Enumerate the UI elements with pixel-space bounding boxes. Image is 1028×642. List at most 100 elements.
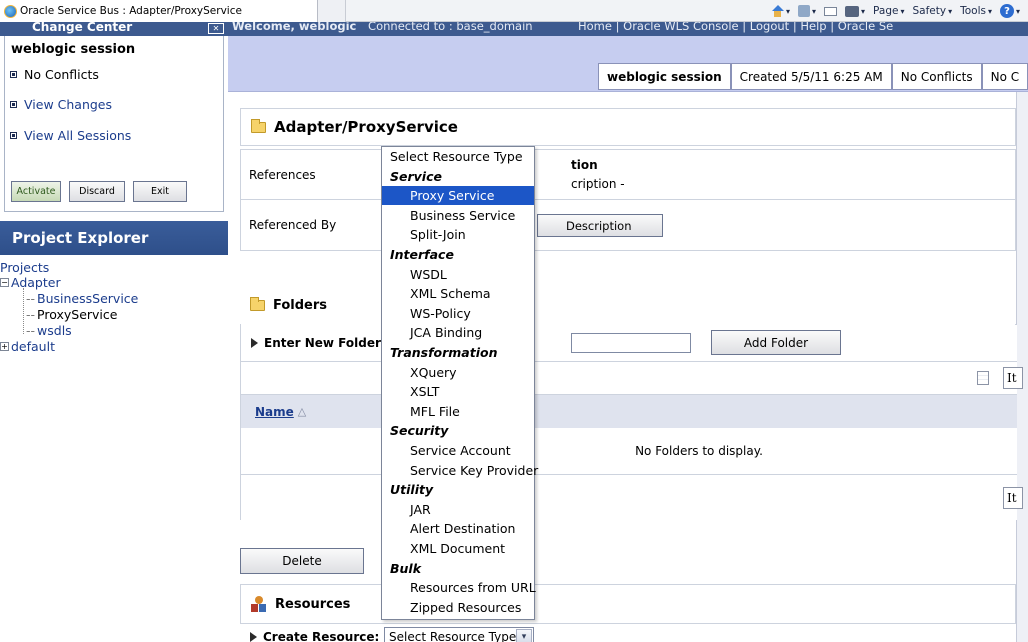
new-tab-button[interactable] xyxy=(318,0,346,22)
left-panel: Change Center ✕ weblogic session No Conf… xyxy=(0,22,228,642)
dropdown-group-transformation: Transformation xyxy=(390,345,498,360)
session-truncated: No C xyxy=(981,63,1028,90)
page-menu[interactable]: Page ▾ xyxy=(873,5,904,17)
tools-menu[interactable]: Tools ▾ xyxy=(960,5,992,17)
table-view-icon[interactable] xyxy=(977,371,989,385)
activate-button[interactable]: Activate xyxy=(11,181,61,202)
tree-guide-line xyxy=(23,288,24,334)
create-resource-label: Create Resource: xyxy=(263,630,380,642)
expand-arrow-icon[interactable] xyxy=(250,632,257,642)
dropdown-option-wsdl[interactable]: WSDL xyxy=(382,265,534,284)
dropdown-option-service-key-provider[interactable]: Service Key Provider xyxy=(382,461,538,480)
help-menu[interactable]: ? ▾ xyxy=(999,4,1020,18)
dropdown-option-zipped-resources[interactable]: Zipped Resources xyxy=(382,598,534,617)
dropdown-option-xslt[interactable]: XSLT xyxy=(382,382,534,401)
name-sort-link[interactable]: Name xyxy=(255,405,294,419)
referenced-by-label: Referenced By xyxy=(249,218,337,232)
dropdown-group-utility: Utility xyxy=(390,482,434,498)
resource-type-select[interactable]: Select Resource Type ▾ xyxy=(384,627,534,642)
chevron-down-icon[interactable]: ▾ xyxy=(516,629,532,642)
table-controls-top: It xyxy=(241,361,1023,395)
dropdown-group-interface: Interface xyxy=(390,247,454,262)
expand-tree-icon[interactable]: + xyxy=(0,342,9,351)
tools-menu-label: Tools xyxy=(960,5,986,17)
dropdown-option-proxy-service[interactable]: Proxy Service xyxy=(382,186,534,206)
exit-button[interactable]: Exit xyxy=(133,181,187,202)
session-bar-name: weblogic session xyxy=(598,63,731,90)
bullet-icon xyxy=(10,101,17,108)
home-icon xyxy=(771,5,784,17)
dropdown-option-xml-document[interactable]: XML Document xyxy=(382,539,534,558)
dropdown-option-mfl-file[interactable]: MFL File xyxy=(382,402,534,421)
references-row: References tion cription - xyxy=(241,150,1015,200)
tree-adapter[interactable]: − Adapter xyxy=(0,275,61,290)
folder-icon xyxy=(250,296,265,311)
safety-menu[interactable]: Safety ▾ xyxy=(912,5,952,17)
dropdown-option-xml-schema[interactable]: XML Schema xyxy=(382,284,534,303)
tree-projects[interactable]: Projects xyxy=(0,260,49,275)
delete-button[interactable]: Delete xyxy=(240,548,364,574)
dropdown-option-jca-binding[interactable]: JCA Binding xyxy=(382,323,534,342)
sort-ascending-icon[interactable]: △ xyxy=(298,405,306,418)
dropdown-option-service-account[interactable]: Service Account xyxy=(382,441,534,460)
items-per-page-select-bottom[interactable]: It xyxy=(1003,487,1023,509)
bullet-icon xyxy=(10,132,17,139)
browser-tab[interactable]: Oracle Service Bus : Adapter/ProxyServic… xyxy=(0,0,318,22)
session-created: Created 5/5/11 6:25 AM xyxy=(730,63,892,90)
ie-logo-icon xyxy=(4,4,17,18)
welcome-user: Welcome, weblogic xyxy=(232,22,357,33)
dropdown-option-xquery[interactable]: XQuery xyxy=(382,363,534,382)
create-resource-row: Create Resource: Select Resource Type ▾ xyxy=(240,626,1016,642)
dropdown-option-jar[interactable]: JAR xyxy=(382,500,534,519)
collapse-tree-icon[interactable]: − xyxy=(0,278,9,287)
session-info: weblogic session Created 5/5/11 6:25 AM … xyxy=(598,63,1028,90)
tree-business-service-label: BusinessService xyxy=(37,291,139,306)
resource-type-dropdown[interactable]: Select Resource Type Service Proxy Service… xyxy=(381,146,538,620)
enter-new-folder-label: Enter New Folder N xyxy=(264,336,396,350)
references-table: References tion cription - Referenced By… xyxy=(240,149,1016,251)
tree-business-service[interactable]: -- BusinessService xyxy=(26,291,138,306)
description-heading: tion xyxy=(571,158,598,172)
browser-tab-title: Oracle Service Bus : Adapter/ProxyServic… xyxy=(20,5,242,17)
view-changes-link[interactable]: View Changes xyxy=(10,97,113,112)
session-name: weblogic session xyxy=(11,42,136,57)
dropdown-option-split-join[interactable]: Split-Join xyxy=(382,225,534,244)
main-area: Welcome, weblogic Connected to : base_do… xyxy=(228,22,1028,642)
change-center-title: Change Center xyxy=(32,22,133,34)
references-label: References xyxy=(249,167,316,182)
edit-description-button[interactable]: Description xyxy=(537,214,663,237)
print-button[interactable]: ▾ xyxy=(845,5,865,17)
content: Adapter/ProxyService References tion cri… xyxy=(238,108,1023,642)
session-conflicts: No Conflicts xyxy=(891,63,982,90)
description-text: cription - xyxy=(571,177,625,191)
discard-button[interactable]: Discard xyxy=(69,181,125,202)
feeds-button[interactable]: ▾ xyxy=(798,5,816,17)
dropdown-option-resources-from-url[interactable]: Resources from URL xyxy=(382,578,536,597)
tree-proxy-service[interactable]: -- ProxyService xyxy=(26,307,117,322)
folders-panel: Folders Enter New Folder N Add Folder It… xyxy=(240,286,1023,520)
conflicts-status-label: No Conflicts xyxy=(24,67,99,82)
dropdown-group-service: Service xyxy=(390,168,442,184)
resource-type-value: Select Resource Type xyxy=(389,630,517,642)
view-all-sessions-link[interactable]: View All Sessions xyxy=(10,128,131,143)
collapse-icon[interactable]: ✕ xyxy=(208,23,224,34)
items-per-page-select[interactable]: It xyxy=(1003,367,1023,389)
project-explorer-header: Project Explorer xyxy=(0,221,228,255)
feeds-icon xyxy=(798,5,811,17)
new-folder-input[interactable] xyxy=(571,333,691,353)
top-links[interactable]: Home | Oracle WLS Console | Logout | Hel… xyxy=(578,22,893,32)
add-folder-button[interactable]: Add Folder xyxy=(711,330,841,355)
dropdown-option-ws-policy[interactable]: WS-Policy xyxy=(382,304,534,323)
mail-button[interactable] xyxy=(824,6,838,16)
resources-icon xyxy=(251,596,267,612)
name-column-header: Name △ xyxy=(241,394,1017,428)
dropdown-group-security: Security xyxy=(390,423,449,439)
tree-default[interactable]: + default xyxy=(0,339,55,354)
home-button[interactable]: ▾ xyxy=(771,5,790,17)
dropdown-option-select-resource-type: Select Resource Type xyxy=(390,149,523,164)
dropdown-option-business-service[interactable]: Business Service xyxy=(382,206,534,225)
expand-arrow-icon[interactable] xyxy=(251,338,258,348)
dropdown-option-alert-destination[interactable]: Alert Destination xyxy=(382,519,534,538)
view-changes-label: View Changes xyxy=(24,97,113,112)
tree-wsdls[interactable]: -- wsdls xyxy=(26,323,72,338)
